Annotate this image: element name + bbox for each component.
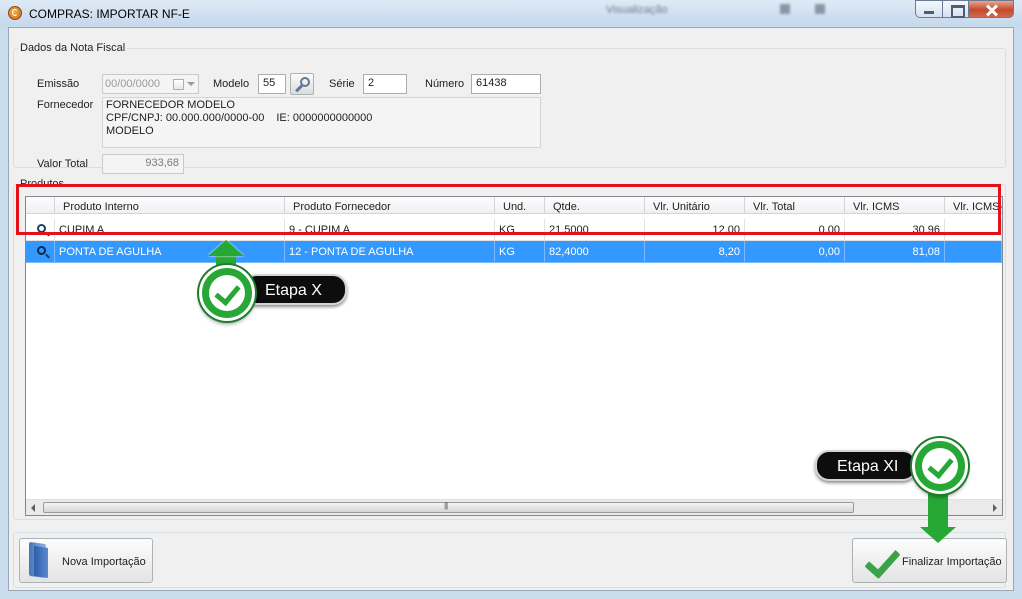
fornecedor-info: FORNECEDOR MODELO CPF/CNPJ: 00.000.000/0…	[102, 97, 541, 148]
modelo-search-button[interactable]	[290, 73, 314, 95]
serie-label: Série	[329, 78, 355, 90]
window-title: COMPRAS: IMPORTAR NF-E	[29, 7, 190, 21]
book-icon	[29, 541, 51, 579]
maximize-button[interactable]	[942, 0, 969, 18]
blurred-toolbar: Visualização	[600, 3, 850, 17]
check-badge-icon	[199, 265, 255, 321]
valor-total-field: 933,68	[102, 154, 184, 174]
chevron-down-icon	[187, 82, 195, 86]
fornecedor-label: Fornecedor	[37, 99, 94, 111]
window-client: Dados da Nota Fiscal Emissão 00/00/0000 …	[8, 27, 1014, 591]
calendar-icon	[173, 79, 184, 90]
nota-fiscal-group: Dados da Nota Fiscal Emissão 00/00/0000 …	[13, 42, 1006, 174]
cell-vlr-total: 0,00	[745, 241, 845, 263]
finalizar-importacao-button[interactable]: Finalizar Importação	[852, 538, 1007, 583]
numero-input[interactable]: 61438	[471, 74, 541, 94]
fornecedor-cpf: CPF/CNPJ: 00.000.000/0000-00	[106, 112, 265, 124]
cell-produto-interno: PONTA DE AGULHA	[55, 241, 285, 263]
modelo-label: Modelo	[213, 78, 250, 90]
app-icon	[8, 6, 22, 20]
serie-input[interactable]: 2	[363, 74, 407, 94]
scroll-left-icon[interactable]	[31, 504, 35, 512]
cell-vlr-icms-st	[945, 241, 1002, 263]
pointer-arrow-down	[920, 527, 956, 543]
numero-label: Número	[425, 78, 465, 90]
close-button[interactable]	[969, 0, 1014, 18]
nota-fiscal-legend: Dados da Nota Fiscal	[20, 42, 126, 54]
nova-importacao-button[interactable]: Nova Importação	[19, 538, 153, 583]
minimize-button[interactable]	[915, 0, 942, 18]
horizontal-scrollbar[interactable]	[26, 499, 1002, 515]
cell-und: KG	[495, 241, 545, 263]
cell-vlr-icms: 81,08	[845, 241, 945, 263]
callout-etapa-xi: Etapa XI	[815, 450, 917, 481]
emissao-value: 00/00/0000	[105, 78, 161, 90]
fornecedor-city: MODELO	[106, 125, 154, 137]
title-bar: COMPRAS: IMPORTAR NF-E Visualização	[0, 0, 1022, 26]
pointer-arrow-up	[208, 240, 244, 256]
nova-importacao-label: Nova Importação	[62, 556, 146, 568]
emissao-date-picker[interactable]: 00/00/0000	[102, 74, 199, 94]
window-controls	[915, 0, 1014, 18]
scroll-right-icon[interactable]	[993, 504, 997, 512]
pointer-stem	[928, 488, 948, 528]
cell-produto-fornecedor: 12 - PONTA DE AGULHA	[285, 241, 495, 263]
search-icon	[37, 246, 46, 255]
cell-vlr-unitario: 8,20	[645, 241, 745, 263]
finalizar-importacao-label: Finalizar Importação	[902, 556, 1002, 568]
fornecedor-ie: IE: 0000000000000	[276, 112, 373, 124]
fornecedor-name: FORNECEDOR MODELO	[106, 99, 235, 111]
checkmark-icon	[861, 546, 897, 576]
highlight-box	[16, 184, 1001, 235]
valor-total-label: Valor Total	[37, 158, 88, 170]
check-badge-icon	[912, 438, 968, 494]
cell-qtde: 82,4000	[545, 241, 645, 263]
emissao-label: Emissão	[37, 78, 80, 90]
table-row[interactable]: PONTA DE AGULHA 12 - PONTA DE AGULHA KG …	[26, 241, 1002, 263]
callout-etapa-x: Etapa X	[243, 274, 347, 305]
modelo-input[interactable]: 55	[258, 74, 286, 94]
scrollbar-thumb[interactable]	[43, 501, 854, 513]
row-lookup-button[interactable]	[26, 241, 55, 263]
